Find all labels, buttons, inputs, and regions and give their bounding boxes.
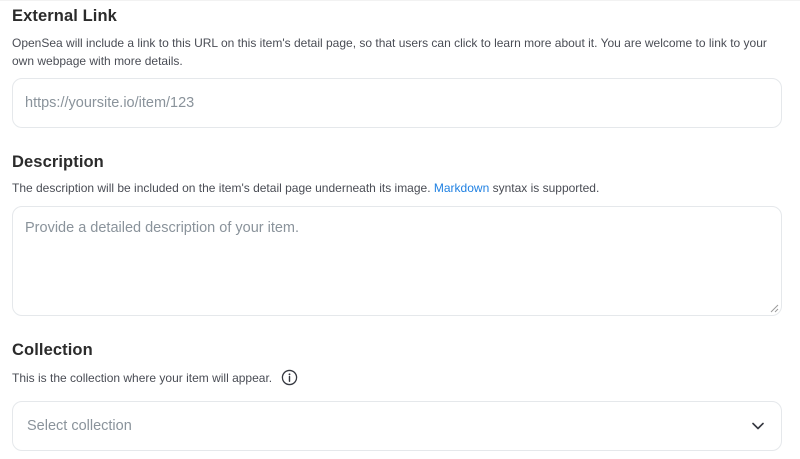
top-divider	[0, 0, 800, 1]
external-link-field[interactable]	[12, 78, 782, 128]
external-link-description: OpenSea will include a link to this URL …	[12, 36, 767, 68]
description-help-suffix: syntax is supported.	[492, 181, 600, 195]
description-textarea[interactable]	[13, 207, 781, 315]
description-help: The description will be included on the …	[12, 179, 599, 197]
description-title: Description	[12, 153, 104, 171]
external-link-title: External Link	[12, 7, 117, 25]
external-link-input[interactable]	[13, 79, 781, 127]
markdown-link[interactable]: Markdown	[434, 181, 489, 195]
description-field[interactable]	[12, 206, 782, 316]
collection-select-placeholder: Select collection	[27, 418, 132, 434]
resize-grip-icon[interactable]	[770, 304, 779, 313]
collection-title: Collection	[12, 341, 93, 359]
collection-select[interactable]: Select collection	[12, 401, 782, 451]
chevron-down-icon[interactable]	[751, 419, 765, 433]
info-circle-icon[interactable]	[281, 369, 298, 386]
collection-help: This is the collection where your item w…	[12, 369, 298, 387]
description-help-text: The description will be included on the …	[12, 181, 431, 195]
collection-help-text: This is the collection where your item w…	[12, 371, 273, 385]
